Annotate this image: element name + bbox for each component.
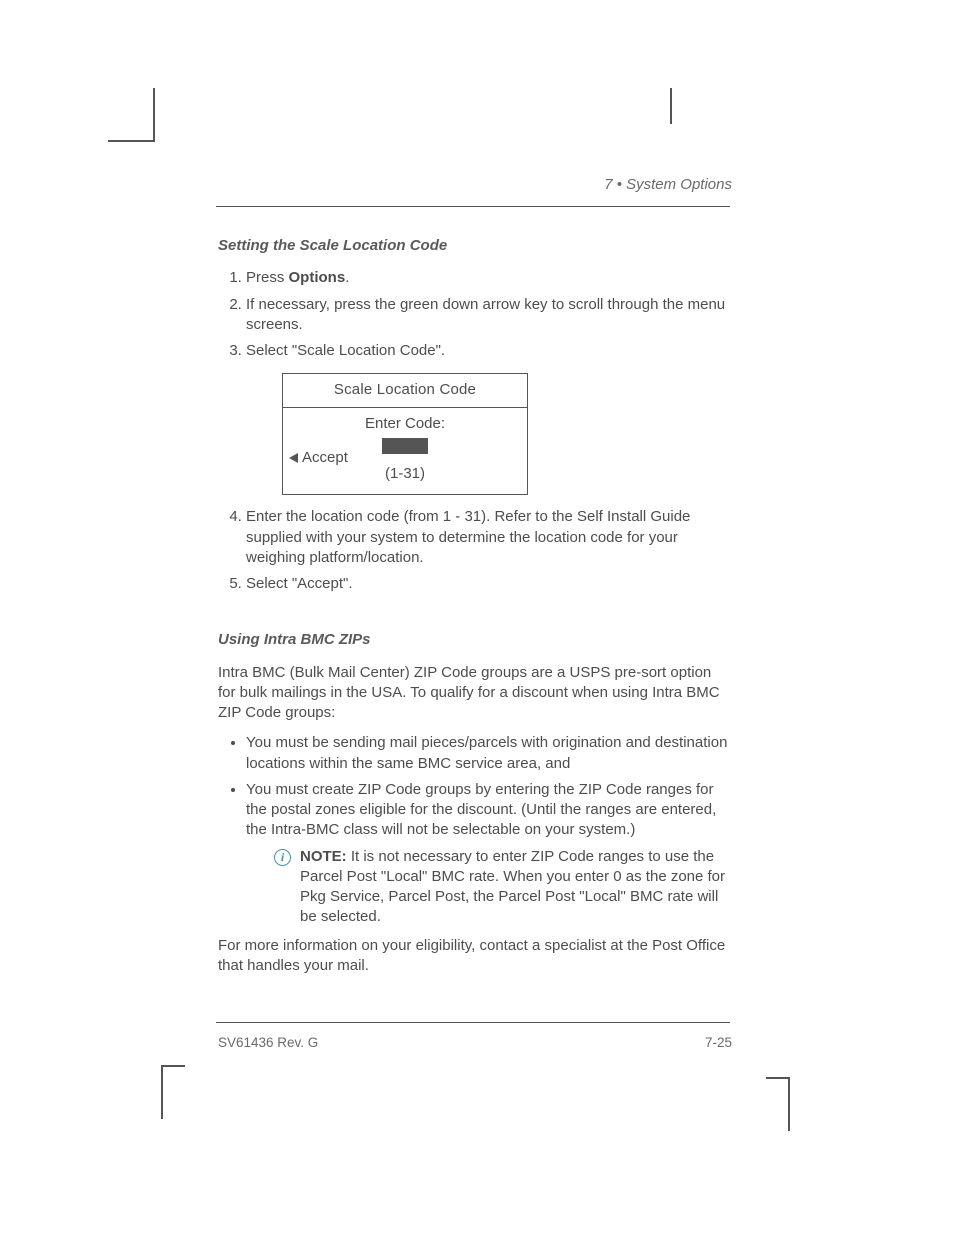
left-arrow-icon: [289, 453, 298, 463]
list-item: Enter the location code (from 1 - 31). R…: [246, 507, 728, 568]
list-item: Select "Scale Location Code". Scale Loca…: [246, 341, 728, 495]
body-text: For more information on your eligibility…: [218, 936, 728, 977]
body-text: Intra BMC (Bulk Mail Center) ZIP Code gr…: [218, 663, 728, 724]
crop-mark: [153, 88, 155, 142]
list-item: If necessary, press the green down arrow…: [246, 295, 728, 336]
crop-mark: [161, 1065, 185, 1067]
note-block: i NOTE: It is not necessary to enter ZIP…: [274, 847, 728, 928]
note-label: NOTE:: [300, 848, 347, 865]
bullet-list: You must be sending mail pieces/parcels …: [218, 733, 728, 927]
step-text: Select "Scale Location Code".: [246, 342, 445, 359]
list-item: Select "Accept".: [246, 574, 728, 594]
device-screen-body: Enter Code: (1-31) Accept: [283, 408, 527, 495]
crop-mark: [788, 1077, 790, 1131]
bullet-text: You must create ZIP Code groups by enter…: [246, 781, 716, 839]
step-text: .: [345, 269, 349, 286]
step-text: If necessary, press the green down arrow…: [246, 296, 725, 333]
device-screen-title: Scale Location Code: [283, 374, 527, 407]
device-screen: Scale Location Code Enter Code: (1-31) A…: [282, 373, 528, 495]
footer-doc-id: SV61436 Rev. G: [218, 1034, 318, 1052]
crop-mark: [161, 1065, 163, 1119]
page: 7 • System Options Setting the Scale Loc…: [0, 0, 954, 1235]
running-header: 7 • System Options: [604, 175, 732, 195]
note-text: It is not necessary to enter ZIP Code ra…: [300, 848, 725, 926]
steps-list: Press Options. If necessary, press the g…: [218, 268, 728, 594]
key-label: Options: [289, 269, 346, 286]
list-item: You must create ZIP Code groups by enter…: [246, 780, 728, 928]
step-text: Press: [246, 269, 289, 286]
code-input-field: [382, 438, 428, 454]
section: Using Intra BMC ZIPs Intra BMC (Bulk Mai…: [218, 630, 728, 976]
section-title: Setting the Scale Location Code: [218, 236, 728, 256]
section-title: Using Intra BMC ZIPs: [218, 630, 728, 650]
footer-page-number: 7-25: [705, 1034, 732, 1052]
crop-mark: [108, 140, 155, 142]
accept-label: Accept: [302, 449, 348, 466]
footer-rule: [216, 1022, 730, 1023]
accept-softkey: Accept: [289, 448, 348, 468]
crop-mark: [670, 88, 672, 124]
page-content: Setting the Scale Location Code Press Op…: [218, 236, 728, 986]
step-text: Select "Accept".: [246, 575, 353, 592]
header-rule: [216, 206, 730, 207]
bullet-text: You must be sending mail pieces/parcels …: [246, 734, 727, 771]
list-item: Press Options.: [246, 268, 728, 288]
enter-code-label: Enter Code:: [289, 414, 521, 434]
step-text: Enter the location code (from 1 - 31). R…: [246, 508, 690, 566]
crop-mark: [766, 1077, 790, 1079]
list-item: You must be sending mail pieces/parcels …: [246, 733, 728, 774]
info-icon: i: [274, 849, 291, 866]
